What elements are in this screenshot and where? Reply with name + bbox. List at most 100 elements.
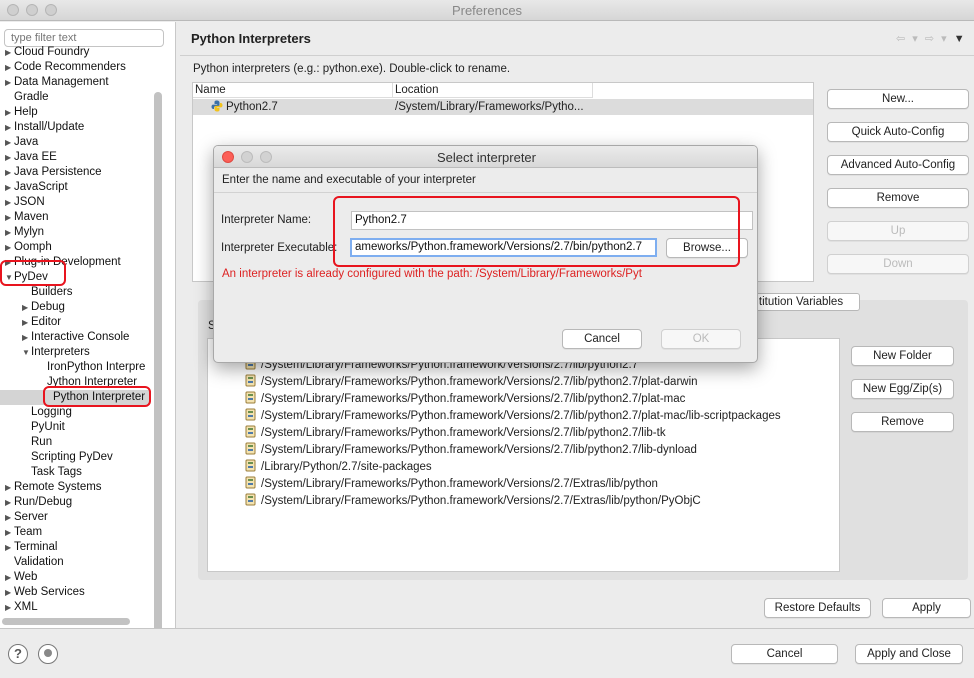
tree-item[interactable]: ▶ Interactive Console — [22, 330, 129, 345]
view-menu-icon[interactable]: ▼ — [954, 33, 967, 45]
tree-item[interactable]: ▶ Web — [5, 570, 37, 585]
column-header-name[interactable]: Name — [193, 83, 393, 98]
tree-item[interactable]: ▶ Server — [5, 510, 48, 525]
collapsed-arrow-icon[interactable]: ▶ — [22, 300, 31, 315]
tree-item[interactable]: ▶ Java Persistence — [5, 165, 102, 180]
tree-item[interactable]: ▶ Install/Update — [5, 120, 84, 135]
collapsed-arrow-icon[interactable]: ▶ — [5, 480, 14, 495]
collapsed-arrow-icon[interactable]: ▶ — [5, 105, 14, 120]
list-item[interactable]: /System/Library/Frameworks/Python.framew… — [244, 374, 698, 391]
tree-item[interactable]: ▶ JSON — [5, 195, 45, 210]
tree-item[interactable]: ▶ Oomph — [5, 240, 52, 255]
collapsed-arrow-icon[interactable]: ▶ — [5, 510, 14, 525]
expanded-arrow-icon[interactable]: ▼ — [5, 270, 14, 285]
tree-item[interactable]: ▶ Editor — [22, 315, 61, 330]
interpreter-location[interactable]: /System/Library/Frameworks/Pytho... — [395, 99, 584, 115]
collapsed-arrow-icon[interactable]: ▶ — [5, 210, 14, 225]
tree-item[interactable]: ▶ Data Management — [5, 75, 109, 90]
new-egg-zip-button[interactable]: New Egg/Zip(s) — [851, 379, 954, 399]
tree-item[interactable]: ▶ Team — [5, 525, 42, 540]
collapsed-arrow-icon[interactable]: ▶ — [5, 585, 14, 600]
list-item[interactable]: /System/Library/Frameworks/Python.framew… — [244, 425, 666, 442]
remove-interpreter-button[interactable]: Remove — [827, 188, 969, 208]
collapsed-arrow-icon[interactable]: ▶ — [5, 255, 14, 270]
browse-button[interactable]: Browse... — [666, 238, 748, 258]
tree-item[interactable]: Scripting PyDev — [22, 450, 113, 465]
help-icon[interactable]: ? — [8, 644, 28, 664]
interpreter-name-cell[interactable]: Python2.7 — [211, 99, 278, 115]
tree-item[interactable]: ▶ JavaScript — [5, 180, 68, 195]
apply-button[interactable]: Apply — [882, 598, 971, 618]
forward-arrow-icon[interactable]: ⇨ ▾ — [925, 33, 949, 45]
tree-item[interactable]: PyUnit — [22, 420, 65, 435]
tree-item[interactable]: Jython Interpreter — [38, 375, 137, 390]
tree-item[interactable]: Builders — [22, 285, 73, 300]
new-folder-button[interactable]: New Folder — [851, 346, 954, 366]
collapsed-arrow-icon[interactable]: ▶ — [5, 540, 14, 555]
tree-item[interactable]: Logging — [22, 405, 72, 420]
tree-vertical-scrollbar[interactable] — [154, 92, 162, 628]
tree-item[interactable]: ▶ Help — [5, 105, 38, 120]
tree-item[interactable]: Task Tags — [22, 465, 82, 480]
tree-item[interactable]: ▶ Terminal — [5, 540, 57, 555]
tree-item[interactable]: ▶ Plug-in Development — [5, 255, 121, 270]
advanced-auto-config-button[interactable]: Advanced Auto-Config — [827, 155, 969, 175]
collapsed-arrow-icon[interactable]: ▶ — [5, 195, 14, 210]
tree-item[interactable]: ▶ XML — [5, 600, 38, 615]
tree-item[interactable]: Python Interpreter — [0, 390, 150, 405]
list-item[interactable]: /System/Library/Frameworks/Python.framew… — [244, 442, 697, 459]
cancel-button[interactable]: Cancel — [731, 644, 838, 664]
tree-item[interactable]: Run — [22, 435, 52, 450]
tree-item[interactable]: ▶ Cloud Foundry — [5, 45, 89, 60]
back-arrow-icon[interactable]: ⇦ ▾ — [896, 33, 920, 45]
column-header-location[interactable]: Location — [393, 83, 593, 98]
list-item[interactable]: /System/Library/Frameworks/Python.framew… — [244, 408, 781, 425]
tree-item[interactable]: Gradle — [5, 90, 49, 105]
tree-item[interactable]: ▶ Mylyn — [5, 225, 44, 240]
tab-string-substitution-variables[interactable]: titution Variables — [742, 293, 860, 311]
tree-item[interactable]: ▼Interpreters — [22, 345, 90, 360]
new-interpreter-button[interactable]: New... — [827, 89, 969, 109]
import-export-icon[interactable] — [38, 644, 58, 664]
tree-item[interactable]: Validation — [5, 555, 64, 570]
tree-item[interactable]: ▶ Code Recommenders — [5, 60, 126, 75]
tree-item[interactable]: ▶ Remote Systems — [5, 480, 102, 495]
move-down-button[interactable]: Down — [827, 254, 969, 274]
collapsed-arrow-icon[interactable]: ▶ — [5, 45, 14, 60]
collapsed-arrow-icon[interactable]: ▶ — [5, 525, 14, 540]
collapsed-arrow-icon[interactable]: ▶ — [22, 315, 31, 330]
collapsed-arrow-icon[interactable]: ▶ — [5, 495, 14, 510]
tree-item[interactable]: IronPython Interpre — [38, 360, 145, 375]
collapsed-arrow-icon[interactable]: ▶ — [5, 240, 14, 255]
tree-horizontal-scrollbar[interactable] — [2, 618, 130, 625]
remove-library-button[interactable]: Remove — [851, 412, 954, 432]
expanded-arrow-icon[interactable]: ▼ — [22, 345, 31, 360]
tree-item[interactable]: ▶ Debug — [22, 300, 65, 315]
collapsed-arrow-icon[interactable]: ▶ — [5, 225, 14, 240]
collapsed-arrow-icon[interactable]: ▶ — [5, 60, 14, 75]
tree-item[interactable]: ▶ Web Services — [5, 585, 85, 600]
collapsed-arrow-icon[interactable]: ▶ — [5, 180, 14, 195]
move-up-button[interactable]: Up — [827, 221, 969, 241]
dialog-ok-button[interactable]: OK — [661, 329, 741, 349]
quick-auto-config-button[interactable]: Quick Auto-Config — [827, 122, 969, 142]
list-item[interactable]: /Library/Python/2.7/site-packages — [244, 459, 432, 476]
collapsed-arrow-icon[interactable]: ▶ — [5, 75, 14, 90]
collapsed-arrow-icon[interactable]: ▶ — [5, 135, 14, 150]
list-item[interactable]: /System/Library/Frameworks/Python.framew… — [244, 493, 701, 510]
list-item[interactable]: /System/Library/Frameworks/Python.framew… — [244, 391, 685, 408]
tree-item[interactable]: ▶ Run/Debug — [5, 495, 72, 510]
collapsed-arrow-icon[interactable]: ▶ — [5, 165, 14, 180]
collapsed-arrow-icon[interactable]: ▶ — [5, 600, 14, 615]
apply-and-close-button[interactable]: Apply and Close — [855, 644, 963, 664]
tree-item[interactable]: ▼PyDev — [5, 270, 48, 285]
restore-defaults-button[interactable]: Restore Defaults — [764, 598, 871, 618]
collapsed-arrow-icon[interactable]: ▶ — [22, 330, 31, 345]
tree-item[interactable]: ▶ Java EE — [5, 150, 57, 165]
collapsed-arrow-icon[interactable]: ▶ — [5, 150, 14, 165]
list-item[interactable]: /System/Library/Frameworks/Python.framew… — [244, 476, 658, 493]
interpreter-name-field[interactable]: Python2.7 — [351, 211, 753, 230]
tree-item[interactable]: ▶ Java — [5, 135, 38, 150]
dialog-cancel-button[interactable]: Cancel — [562, 329, 642, 349]
tree-item[interactable]: ▶ Maven — [5, 210, 49, 225]
